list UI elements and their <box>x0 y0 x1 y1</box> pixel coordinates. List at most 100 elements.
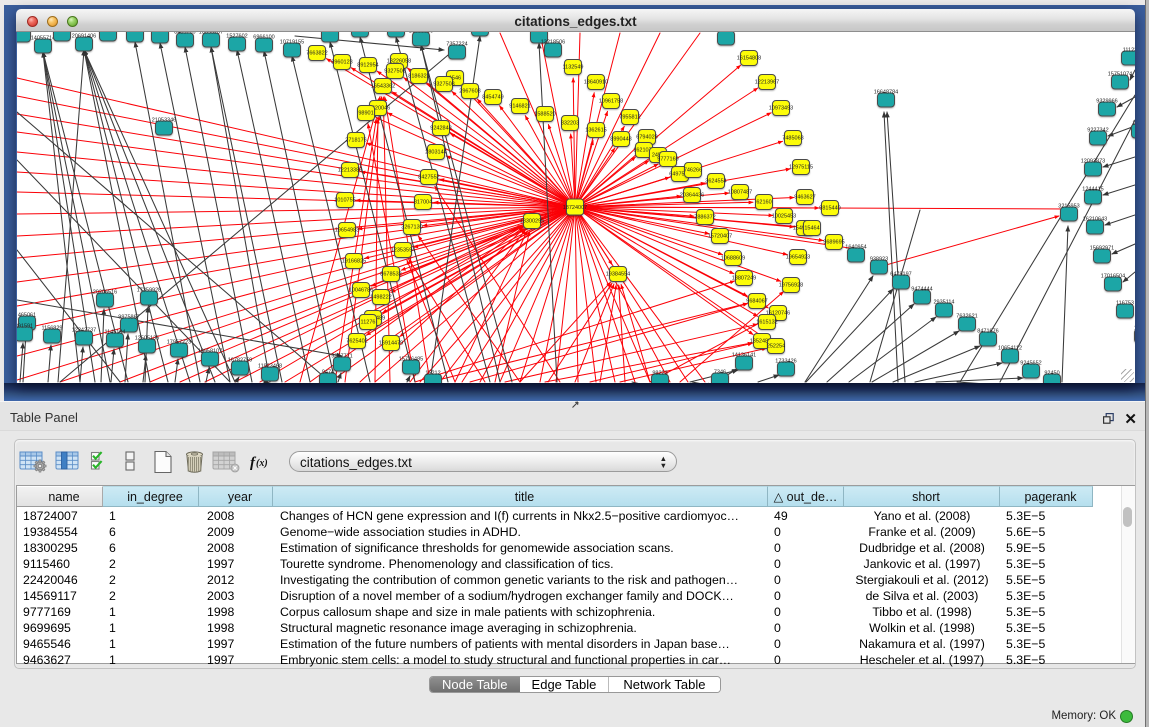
svg-text:17957223: 17957223 <box>167 340 191 346</box>
svg-text:15692971: 15692971 <box>1090 246 1114 252</box>
svg-text:15720407: 15720407 <box>708 234 732 240</box>
svg-text:12505135: 12505135 <box>135 336 159 342</box>
svg-text:19756928: 19756928 <box>779 283 803 289</box>
svg-text:2935114: 2935114 <box>933 300 954 306</box>
svg-text:7485063: 7485063 <box>782 136 803 142</box>
svg-text:20876812: 20876812 <box>714 32 738 34</box>
svg-text:1145194: 1145194 <box>104 330 125 336</box>
svg-text:20206516: 20206516 <box>93 290 117 296</box>
svg-text:19166825: 19166825 <box>342 259 366 265</box>
svg-text:19654923: 19654923 <box>786 255 810 261</box>
svg-text:(x): (x) <box>256 458 268 469</box>
svg-text:10688609: 10688609 <box>721 256 745 262</box>
svg-text:12093873: 12093873 <box>1081 159 1105 165</box>
svg-text:12353594: 12353594 <box>391 248 415 254</box>
svg-text:16210643: 16210643 <box>1083 217 1107 223</box>
svg-text:7346: 7346 <box>714 370 726 376</box>
svg-text:62160: 62160 <box>756 200 771 206</box>
svg-text:8912954: 8912954 <box>357 63 378 69</box>
svg-text:9474444: 9474444 <box>911 287 932 293</box>
svg-text:9242848: 9242848 <box>430 126 451 132</box>
svg-text:15716485: 15716485 <box>399 357 423 363</box>
svg-text:20691406: 20691406 <box>72 34 96 40</box>
svg-text:8990448: 8990448 <box>610 137 631 143</box>
svg-text:16782759: 16782759 <box>228 358 252 364</box>
svg-text:8427552: 8427552 <box>418 175 439 181</box>
svg-text:14136141: 14136141 <box>732 353 756 359</box>
svg-text:120455: 120455 <box>1134 326 1135 332</box>
svg-text:98223: 98223 <box>652 371 667 377</box>
svg-text:1588520: 1588520 <box>534 112 555 118</box>
svg-text:8678532: 8678532 <box>380 272 401 278</box>
svg-text:9329966: 9329966 <box>1096 99 1117 105</box>
svg-text:10961758: 10961758 <box>599 99 623 105</box>
svg-text:746266: 746266 <box>684 168 702 174</box>
svg-text:9327508: 9327508 <box>433 82 454 88</box>
svg-text:12213389: 12213389 <box>338 168 362 174</box>
svg-text:7357224: 7357224 <box>446 42 467 48</box>
svg-text:18807249: 18807249 <box>732 276 756 282</box>
svg-text:465061: 465061 <box>18 313 36 319</box>
svg-text:12213967: 12213967 <box>755 80 779 86</box>
svg-text:15464: 15464 <box>804 226 819 232</box>
svg-text:1733426: 1733426 <box>775 359 796 365</box>
svg-text:10046786: 10046786 <box>349 288 373 294</box>
svg-text:938923: 938923 <box>870 257 888 263</box>
svg-text:10807487: 10807487 <box>728 190 752 196</box>
svg-text:1362615: 1362615 <box>585 128 606 134</box>
svg-text:9857771: 9857771 <box>331 354 352 360</box>
svg-text:1615132: 1615132 <box>756 320 777 326</box>
svg-text:17016504: 17016504 <box>1101 274 1125 280</box>
svg-text:9815440: 9815440 <box>819 206 840 212</box>
svg-text:3215953: 3215953 <box>1058 204 1079 210</box>
svg-text:9689695: 9689695 <box>823 240 844 246</box>
svg-text:8454749: 8454749 <box>482 95 503 101</box>
svg-text:6966100: 6966100 <box>253 35 274 41</box>
svg-text:1527602: 1527602 <box>226 34 247 40</box>
svg-text:16648784: 16648784 <box>874 90 898 96</box>
svg-text:11123: 11123 <box>1123 48 1135 54</box>
svg-text:12342737: 12342737 <box>72 328 96 334</box>
svg-text:12975115: 12975115 <box>789 165 813 171</box>
svg-text:7632621: 7632621 <box>956 314 977 320</box>
svg-text:2718176: 2718176 <box>345 138 366 144</box>
svg-text:1640954: 1640954 <box>845 245 866 251</box>
svg-text:18640910: 18640910 <box>584 80 608 86</box>
svg-text:1498222: 1498222 <box>370 295 391 301</box>
svg-text:98901: 98901 <box>358 111 373 117</box>
svg-text:2803144: 2803144 <box>425 150 446 156</box>
svg-text:17359928: 17359928 <box>137 288 161 294</box>
svg-text:8489709: 8489709 <box>174 32 195 36</box>
svg-text:2967608: 2967608 <box>459 89 480 95</box>
svg-text:252254: 252254 <box>767 344 785 350</box>
svg-text:7663822: 7663822 <box>306 51 327 57</box>
svg-text:1156829: 1156829 <box>41 326 62 332</box>
svg-text:16154808: 16154808 <box>737 56 761 62</box>
svg-text:13218506: 13218506 <box>541 40 565 46</box>
svg-text:20364436: 20364436 <box>680 193 704 199</box>
svg-text:391591: 391591 <box>17 324 33 330</box>
svg-text:12744: 12744 <box>1132 121 1135 127</box>
svg-text:3267130: 3267130 <box>401 225 422 231</box>
svg-text:1132549: 1132549 <box>562 65 583 71</box>
svg-text:9684067: 9684067 <box>746 299 767 305</box>
svg-text:10958107: 10958107 <box>198 349 222 355</box>
svg-text:10025453: 10025453 <box>772 214 796 220</box>
svg-text:9777169: 9777169 <box>657 157 678 163</box>
svg-text:9975867: 9975867 <box>118 315 139 321</box>
svg-text:9474: 9474 <box>322 370 334 376</box>
svg-text:6479197: 6479197 <box>890 272 911 278</box>
svg-text:817004: 817004 <box>414 200 432 206</box>
svg-text:9146821: 9146821 <box>509 104 530 110</box>
svg-text:8471676: 8471676 <box>977 329 998 335</box>
svg-text:15751074: 15751074 <box>1108 72 1132 78</box>
svg-text:10719155: 10719155 <box>280 40 304 46</box>
svg-text:16543362: 16543362 <box>371 84 395 90</box>
svg-text:10654112: 10654112 <box>998 346 1022 352</box>
svg-text:10653267: 10653267 <box>199 32 223 36</box>
svg-text:9245652: 9245652 <box>1020 361 1041 367</box>
svg-text:18724007: 18724007 <box>563 205 587 211</box>
svg-text:8960123: 8960123 <box>331 60 352 66</box>
svg-text:8186323: 8186323 <box>408 74 429 80</box>
svg-text:7955812: 7955812 <box>619 115 640 121</box>
